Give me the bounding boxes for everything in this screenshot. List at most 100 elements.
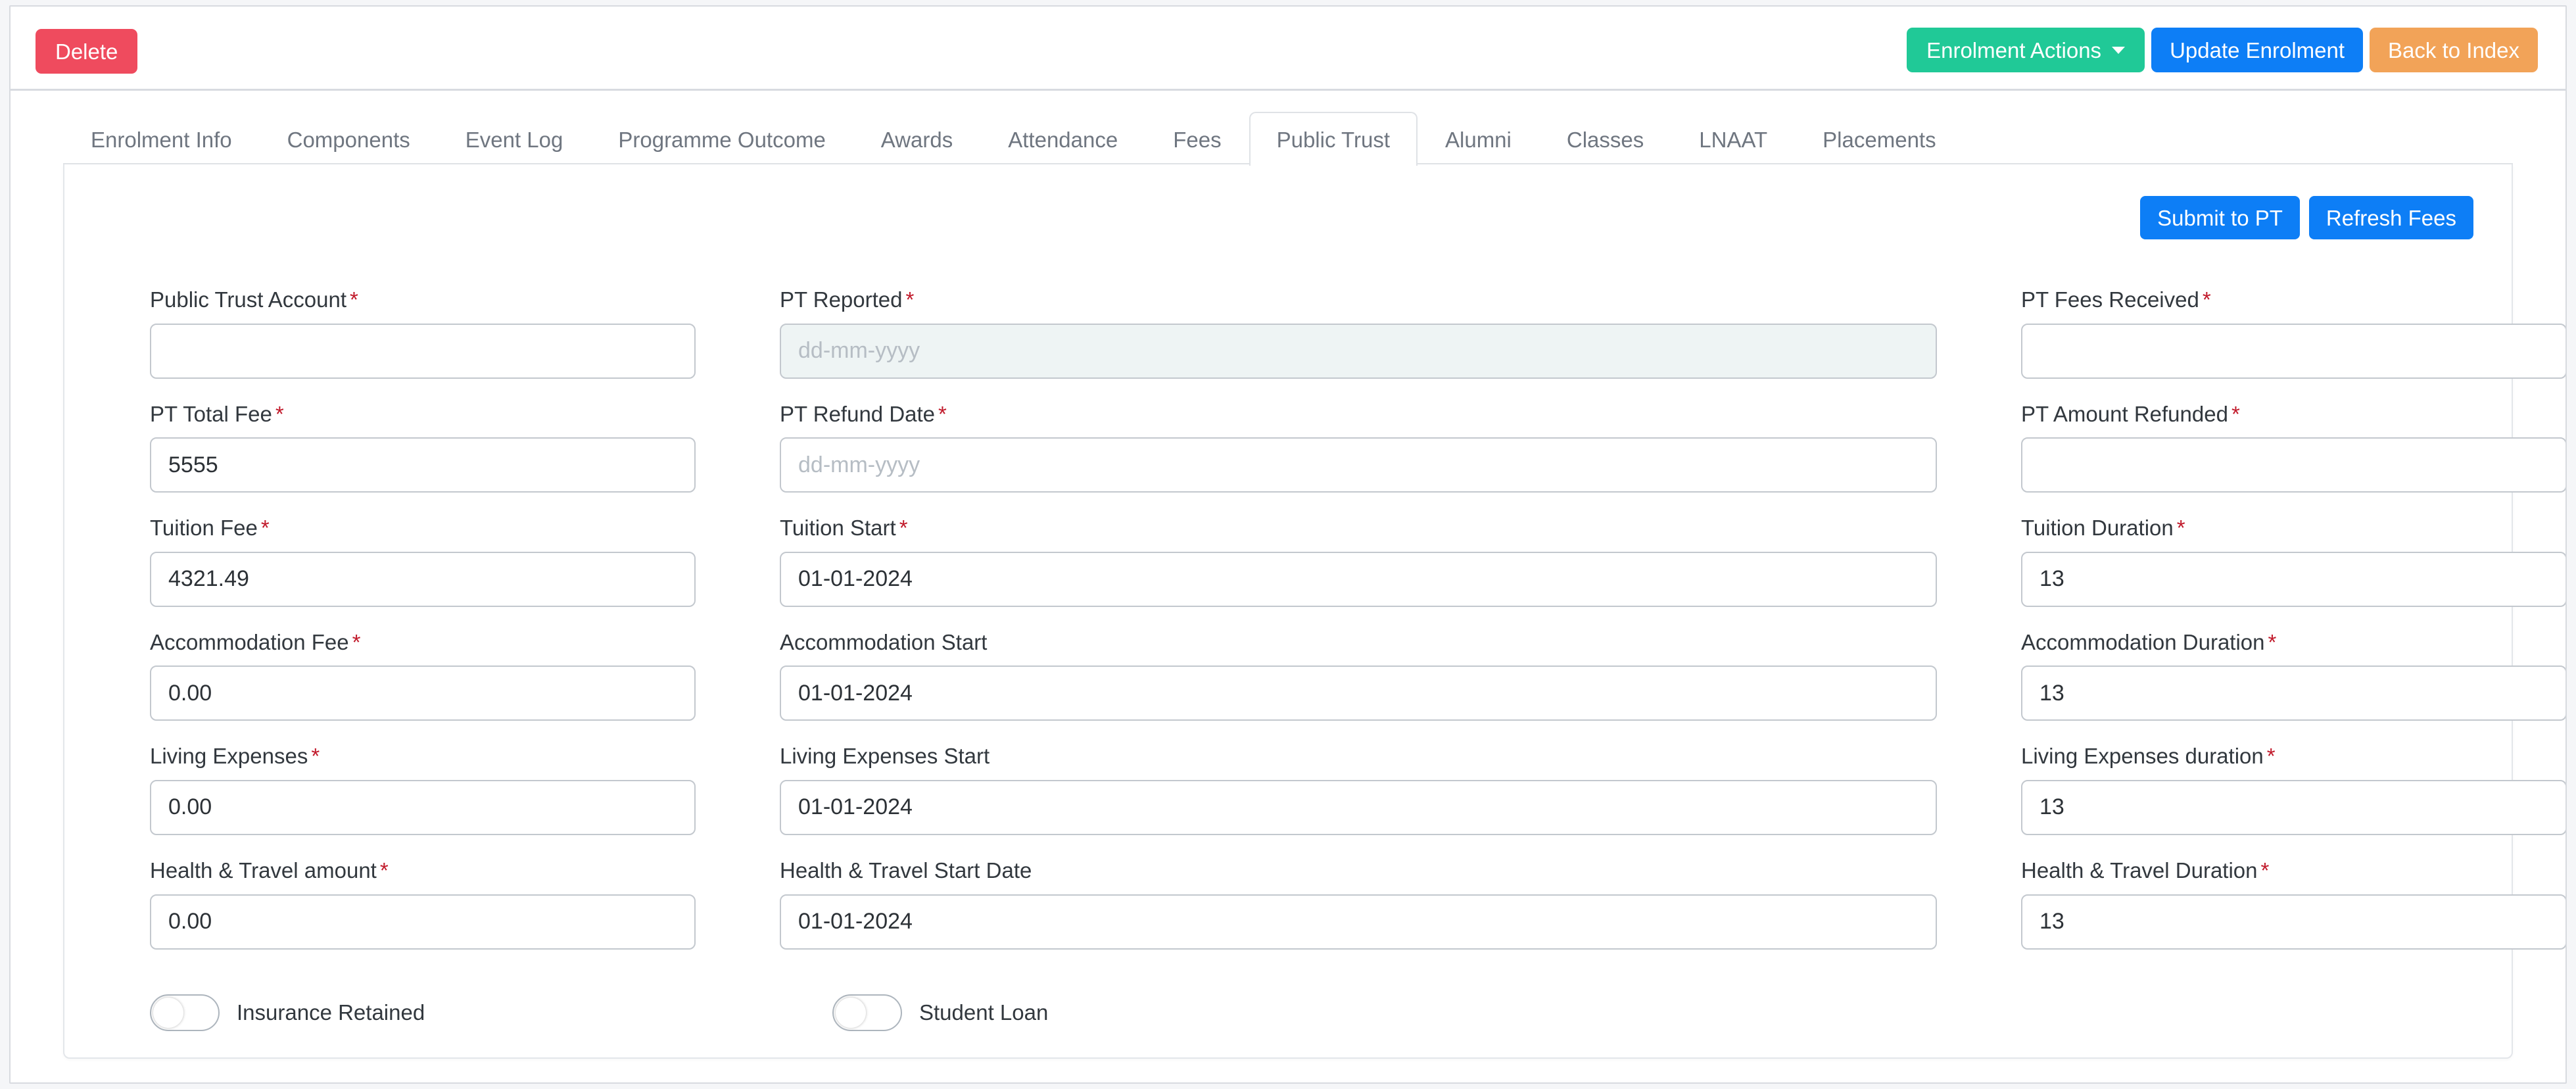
field-living-expenses-start: Living Expenses Start [780, 743, 1937, 835]
tab-classes[interactable]: Classes [1539, 112, 1671, 166]
tab-public-trust[interactable]: Public Trust [1249, 112, 1418, 166]
required-asterisk: * [905, 287, 915, 312]
enrolment-actions-button[interactable]: Enrolment Actions [1907, 28, 2145, 72]
label-pt-total-fee: PT Total Fee * [150, 401, 696, 427]
accommodation-fee-input[interactable] [150, 666, 696, 721]
tab-fees[interactable]: Fees [1145, 112, 1249, 166]
field-health-travel-start-date: Health & Travel Start Date [780, 858, 1937, 950]
living-expenses-duration-input[interactable] [2021, 779, 2565, 835]
pt-amount-refunded-input[interactable] [2021, 437, 2565, 493]
health-travel-duration-input[interactable] [2021, 894, 2565, 950]
tab-label: Attendance [1008, 128, 1118, 152]
back-to-index-button[interactable]: Back to Index [2370, 28, 2538, 72]
pt-fees-received-input[interactable] [2021, 323, 2565, 379]
field-pt-reported: PT Reported * [780, 287, 1937, 379]
tab-placements[interactable]: Placements [1795, 112, 1963, 166]
public-trust-form: Public Trust Account* PT Reported* PT Fe… [64, 239, 2565, 972]
tab-programme-outcome[interactable]: Programme Outcome [590, 112, 853, 166]
label-health-travel-duration: Health & Travel Duration * [2021, 858, 2565, 884]
tab-alumni[interactable]: Alumni [1418, 112, 1539, 166]
tab-label: Alumni [1445, 128, 1512, 152]
living-expenses-start-input[interactable] [780, 779, 1937, 835]
tab-bar: Enrolment Info Components Event Log Prog… [63, 91, 2513, 166]
pt-reported-input[interactable] [780, 323, 1937, 379]
pt-refund-date-input[interactable] [780, 437, 1937, 493]
label-living-expenses-start: Living Expenses Start [780, 743, 1937, 769]
label-text: Accommodation Fee [150, 629, 349, 654]
field-tuition-duration: Tuition Duration * [2021, 515, 2565, 607]
required-asterisk: * [2231, 401, 2240, 426]
field-health-travel-duration: Health & Travel Duration * [2021, 858, 2565, 950]
insurance-retained-label: Insurance Retained [237, 1000, 425, 1025]
delete-button-label: Delete [55, 39, 118, 64]
tab-label: LNAAT [1699, 128, 1768, 152]
field-health-travel-amount: Health & Travel amount * [150, 858, 696, 950]
tuition-fee-input[interactable] [150, 551, 696, 607]
panel-action-group: Submit to PT Refresh Fees [64, 164, 2512, 239]
label-text: Tuition Duration [2021, 516, 2174, 541]
required-asterisk: * [2176, 516, 2185, 541]
required-asterisk: * [2260, 858, 2270, 883]
label-text: Public Trust Account [150, 287, 346, 312]
tab-label: Enrolment Info [91, 128, 232, 152]
tab-label: Event Log [465, 128, 563, 152]
tab-awards[interactable]: Awards [853, 112, 980, 166]
public-trust-account-input[interactable] [150, 323, 696, 379]
tab-enrolment-info[interactable]: Enrolment Info [63, 112, 260, 166]
required-asterisk: * [349, 287, 358, 312]
label-text: PT Amount Refunded [2021, 401, 2228, 426]
back-to-index-label: Back to Index [2388, 37, 2519, 62]
update-enrolment-button[interactable]: Update Enrolment [2151, 28, 2364, 72]
top-action-bar-right-group: Enrolment Actions Update Enrolment Back … [1907, 28, 2538, 72]
refresh-fees-button[interactable]: Refresh Fees [2308, 196, 2473, 239]
tab-attendance[interactable]: Attendance [980, 112, 1145, 166]
required-asterisk: * [311, 744, 320, 769]
student-loan-toggle[interactable] [832, 994, 902, 1031]
insurance-retained-toggle[interactable] [150, 994, 220, 1031]
page-frame: Delete Enrolment Actions Update Enrolmen… [9, 5, 2567, 1084]
accommodation-start-input[interactable] [780, 666, 1937, 721]
enrolment-actions-label: Enrolment Actions [1926, 37, 2102, 62]
pt-total-fee-input[interactable] [150, 437, 696, 493]
label-accommodation-duration: Accommodation Duration * [2021, 629, 2565, 656]
label-text: Health & Travel Duration [2021, 858, 2258, 883]
label-text: PT Reported [780, 287, 903, 312]
insurance-retained-group: Insurance Retained [150, 994, 696, 1031]
field-pt-total-fee: PT Total Fee * [150, 401, 696, 493]
label-text: Accommodation Duration [2021, 629, 2265, 654]
delete-button[interactable]: Delete [36, 29, 138, 74]
toggle-row: Insurance Retained Student Loan [64, 972, 2512, 1031]
label-text: PT Refund Date [780, 401, 936, 426]
public-trust-panel: Submit to PT Refresh Fees Public Trust A… [63, 164, 2565, 1059]
tab-lnaat[interactable]: LNAAT [1671, 112, 1795, 166]
field-pt-refund-date: PT Refund Date * [780, 401, 1937, 493]
toggle-row-spacer [2021, 994, 2565, 1031]
body-area: Enrolment Info Components Event Log Prog… [11, 91, 2565, 1081]
health-travel-start-date-input[interactable] [780, 894, 1937, 950]
label-health-travel-start-date: Health & Travel Start Date [780, 858, 1937, 884]
tab-label: Public Trust [1276, 128, 1390, 152]
student-loan-label: Student Loan [919, 1000, 1049, 1025]
submit-to-pt-button[interactable]: Submit to PT [2140, 196, 2300, 239]
tuition-duration-input[interactable] [2021, 551, 2565, 607]
label-pt-amount-refunded: PT Amount Refunded * [2021, 401, 2565, 427]
tab-components[interactable]: Components [260, 112, 438, 166]
label-text: Accommodation Start [780, 629, 988, 654]
tab-label: Placements [1823, 128, 1936, 152]
accommodation-duration-input[interactable] [2021, 666, 2565, 721]
tab-event-log[interactable]: Event Log [438, 112, 591, 166]
toggle-knob-icon [836, 997, 866, 1028]
label-tuition-duration: Tuition Duration * [2021, 515, 2565, 541]
label-text: PT Fees Received [2021, 287, 2199, 312]
label-text: Health & Travel Start Date [780, 858, 1032, 883]
label-pt-refund-date: PT Refund Date * [780, 401, 1937, 427]
health-travel-amount-input[interactable] [150, 894, 696, 950]
tab-label: Fees [1173, 128, 1222, 152]
required-asterisk: * [938, 401, 947, 426]
field-accommodation-duration: Accommodation Duration * [2021, 629, 2565, 721]
label-text: Living Expenses Start [780, 744, 990, 769]
student-loan-group: Student Loan [780, 994, 1937, 1031]
label-text: Tuition Fee [150, 516, 258, 541]
tuition-start-input[interactable] [780, 551, 1937, 607]
living-expenses-input[interactable] [150, 779, 696, 835]
